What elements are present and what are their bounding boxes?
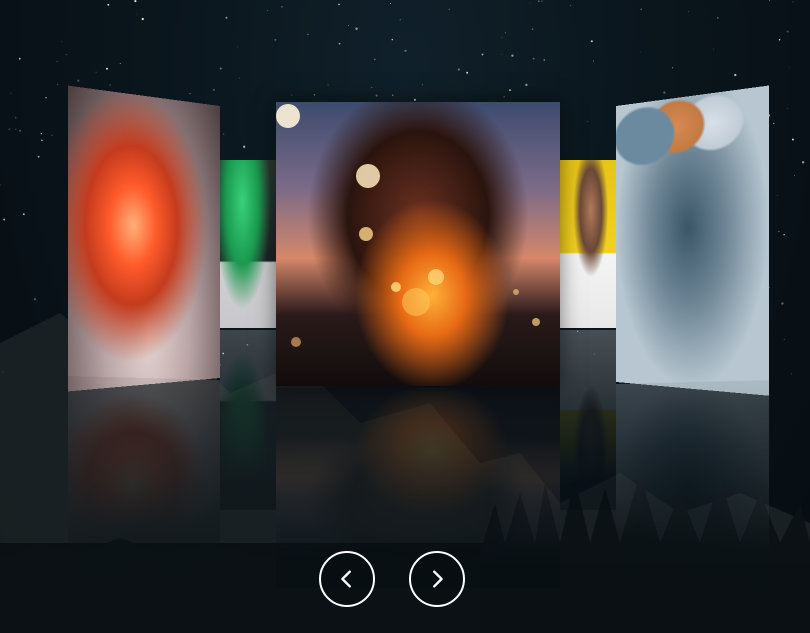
slide-smoke-portrait-reflection xyxy=(68,375,220,579)
slide-sunglasses-portrait-reflection xyxy=(560,330,616,510)
carousel-stage xyxy=(0,0,810,633)
sunglasses-portrait-photo xyxy=(560,160,616,328)
slide-balloons-smoke-portrait[interactable] xyxy=(616,85,770,396)
next-button[interactable] xyxy=(409,551,465,607)
green-smoke-portrait-photo xyxy=(220,160,276,328)
fairy-lights-portrait-photo xyxy=(276,102,560,386)
slide-green-smoke-portrait[interactable] xyxy=(220,160,276,328)
smoke-portrait-photo xyxy=(68,85,220,392)
chevron-right-icon xyxy=(433,570,443,588)
chevron-left-icon xyxy=(341,570,351,588)
slide-green-smoke-portrait-reflection xyxy=(220,330,276,510)
slide-smoke-portrait[interactable] xyxy=(68,85,220,392)
balloons-smoke-portrait-photo xyxy=(616,85,770,396)
bokeh-lights xyxy=(276,104,540,347)
slide-balloons-smoke-portrait-reflection xyxy=(616,380,770,583)
prev-button[interactable] xyxy=(319,551,375,607)
slide-fairy-lights-portrait[interactable] xyxy=(276,102,560,386)
slide-sunglasses-portrait[interactable] xyxy=(560,160,616,328)
